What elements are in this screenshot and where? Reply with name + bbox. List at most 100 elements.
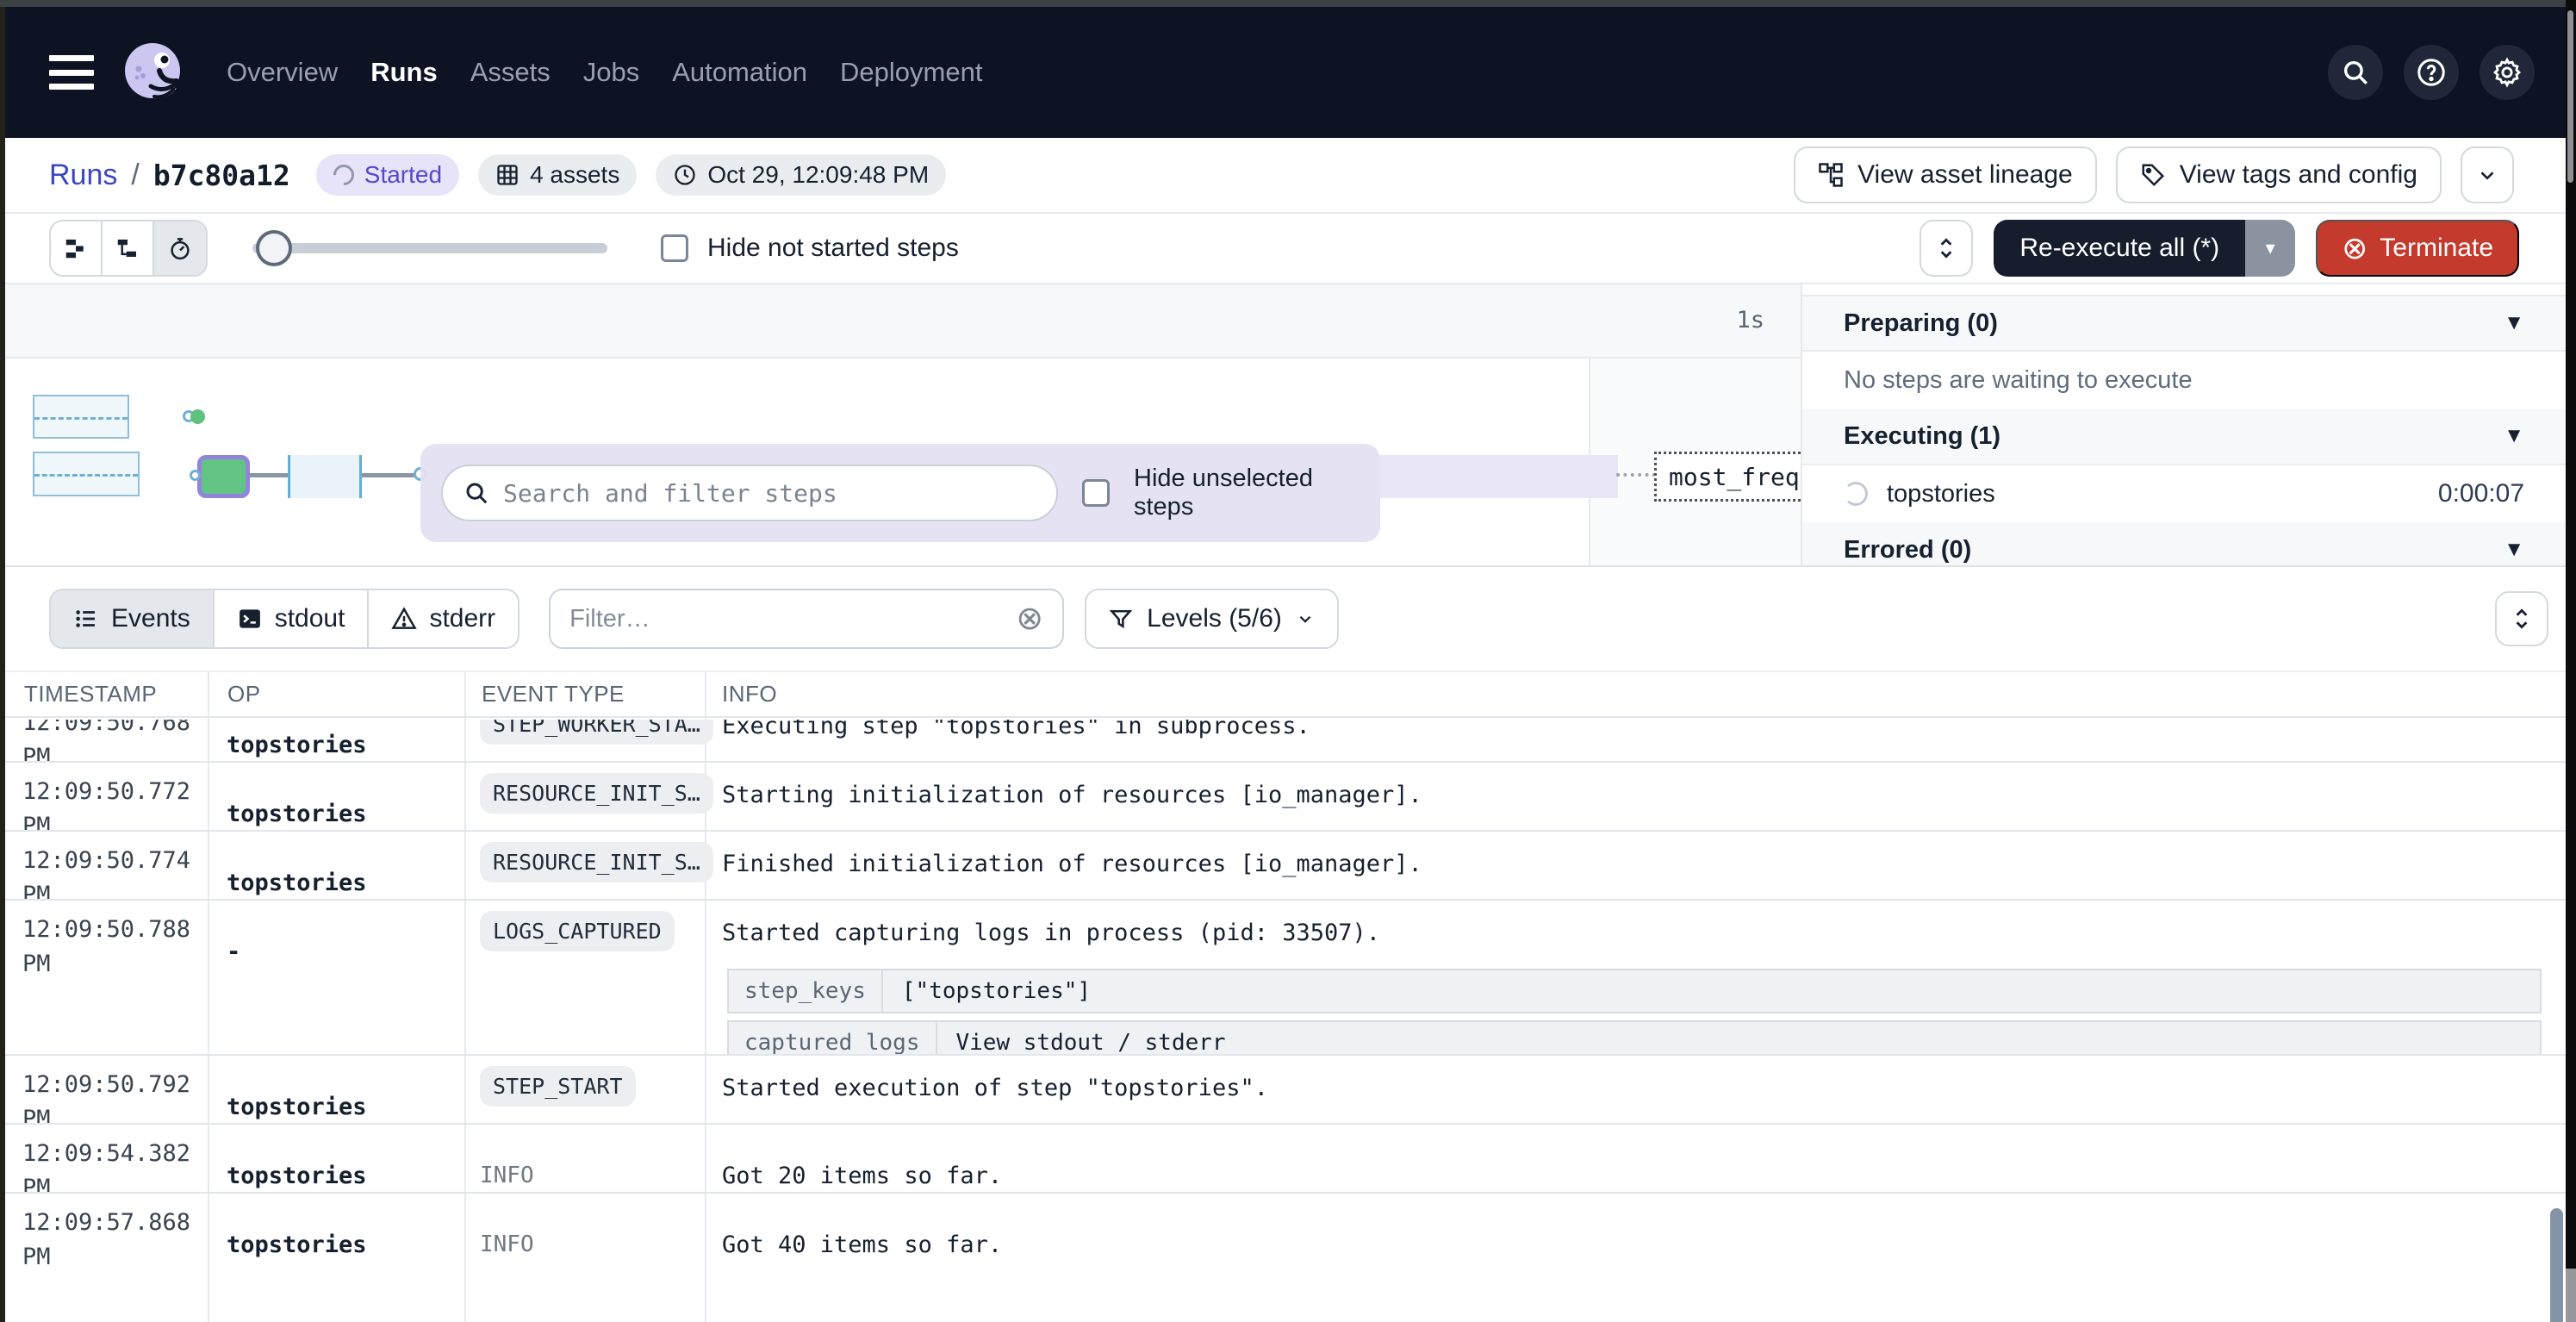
tab-stderr[interactable]: stderr xyxy=(369,590,518,647)
hide-not-started-checkbox[interactable] xyxy=(661,234,688,262)
hide-unselected-label[interactable]: Hide unselected steps xyxy=(1134,465,1360,521)
event-type-cell: INFO xyxy=(464,1125,705,1194)
jump-top-bottom-button[interactable] xyxy=(2495,591,2548,646)
nav-item-deployment[interactable]: Deployment xyxy=(840,57,982,88)
timed-view-button[interactable] xyxy=(154,221,206,275)
table-header-row: TIMESTAMP OP EVENT TYPE INFO xyxy=(0,672,2566,718)
log-row[interactable]: 12:09:57.868PMtopstoriesINFOGot 40 items… xyxy=(0,1194,2566,1322)
search-button[interactable] xyxy=(2328,45,2383,100)
page-scrollbar[interactable] xyxy=(2566,0,2576,1322)
nav-item-assets[interactable]: Assets xyxy=(470,57,551,88)
event-type-cell: STEP_START xyxy=(464,1056,705,1125)
log-row[interactable]: 12:09:50.788PM-LOGS_CAPTUREDStarted capt… xyxy=(0,901,2566,1056)
hamburger-menu-icon[interactable] xyxy=(49,55,94,90)
page-scrollbar-thumb[interactable] xyxy=(2567,10,2573,183)
expand-collapse-panels-button[interactable] xyxy=(1920,220,1973,277)
gantt-chart: 1s most_frequent Search and filter steps… xyxy=(0,284,2566,567)
gantt-zoom-slider[interactable] xyxy=(252,221,607,275)
dotted-connector-line xyxy=(1616,473,1656,477)
timestamp-cell: 12:09:50.792PM xyxy=(0,1056,208,1125)
clear-filter-icon[interactable]: ⊗ xyxy=(1016,602,1043,635)
section-header-preparing[interactable]: Preparing (0) ▼ xyxy=(1802,295,2566,352)
event-type-badge: RESOURCE_INIT_S… xyxy=(480,842,713,882)
info-cell: Started capturing logs in process (pid: … xyxy=(705,901,2566,1056)
nav-item-runs[interactable]: Runs xyxy=(370,57,438,88)
assets-badge[interactable]: 4 assets xyxy=(478,154,637,196)
log-row[interactable]: 12:09:50.772PMtopstoriesRESOURCE_INIT_S…… xyxy=(0,763,2566,832)
col-event-type: EVENT TYPE xyxy=(464,681,705,708)
metadata-row: step_keys["topstories"] xyxy=(727,969,2542,1013)
log-filter-input[interactable]: Filter… ⊗ xyxy=(549,589,1064,649)
hide-unselected-checkbox[interactable] xyxy=(1082,479,1110,507)
nav-item-overview[interactable]: Overview xyxy=(227,57,338,88)
terminal-icon xyxy=(237,606,263,632)
gantt-view-mode-toggle xyxy=(49,220,208,277)
running-step-bar-selected[interactable] xyxy=(197,455,250,498)
help-button[interactable] xyxy=(2404,45,2459,100)
slider-track xyxy=(252,243,607,253)
queued-step-box[interactable] xyxy=(288,455,362,498)
section-header-errored[interactable]: Errored (0) ▼ xyxy=(1802,522,2566,567)
event-type-cell: STEP_WORKER_STA… xyxy=(464,720,705,763)
start-time-label: Oct 29, 12:09:48 PM xyxy=(707,161,929,189)
status-badge[interactable]: Started xyxy=(316,154,459,196)
more-run-actions-button[interactable] xyxy=(2461,147,2514,203)
info-message: Started execution of step "topstories". xyxy=(722,1075,1268,1101)
waiting-step-box[interactable] xyxy=(33,452,140,496)
run-action-buttons: Re-execute all (*) ▾ ⊗ Terminate xyxy=(1920,220,2519,277)
errored-title: Errored (0) xyxy=(1844,536,1971,564)
info-cell: Finished initialization of resources [io… xyxy=(705,832,2566,901)
log-row[interactable]: 12:09:54.382PMtopstoriesINFOGot 20 items… xyxy=(0,1125,2566,1194)
breadcrumb-runs-link[interactable]: Runs xyxy=(49,159,117,192)
re-execute-all-button[interactable]: Re-execute all (*) xyxy=(1994,220,2245,277)
view-tags-config-label: View tags and config xyxy=(2180,160,2417,190)
levels-dropdown-button[interactable]: Levels (5/6) xyxy=(1085,589,1339,649)
op-cell: topstories xyxy=(208,832,464,901)
log-row[interactable]: 12:09:50.792PMtopstoriesSTEP_STARTStarte… xyxy=(0,1056,2566,1125)
step-label-box[interactable]: most_frequent xyxy=(1654,452,1806,502)
gear-icon xyxy=(2491,56,2523,89)
spinner-icon xyxy=(329,160,358,190)
tag-icon xyxy=(2140,162,2166,188)
slider-handle[interactable] xyxy=(256,230,292,266)
settings-button[interactable] xyxy=(2480,45,2535,100)
log-row[interactable]: 12:09:50.768PMtopstoriesSTEP_WORKER_STA…… xyxy=(0,720,2566,763)
table-scrollbar-thumb[interactable] xyxy=(2550,1208,2563,1322)
tab-events[interactable]: Events xyxy=(51,590,215,647)
metadata-key: step_keys xyxy=(729,970,883,1012)
log-toolbar: Events stdout stderr Filter… ⊗ xyxy=(0,567,2566,672)
waiting-step-box[interactable] xyxy=(33,395,129,439)
flat-view-button[interactable] xyxy=(51,221,103,275)
selected-row-highlight xyxy=(1344,455,1618,498)
step-search-input[interactable]: Search and filter steps xyxy=(441,465,1058,521)
col-info: INFO xyxy=(705,681,777,708)
view-tags-config-button[interactable]: View tags and config xyxy=(2116,147,2442,203)
warning-triangle-icon xyxy=(391,606,417,632)
info-cell: Executing step "topstories" in subproces… xyxy=(705,720,2566,763)
tab-events-label: Events xyxy=(111,604,190,633)
time-tick-label: 1s xyxy=(1678,307,1764,334)
search-icon xyxy=(2341,58,2370,87)
window-top-edge xyxy=(0,0,2576,7)
tab-stdout[interactable]: stdout xyxy=(215,590,370,647)
terminate-button[interactable]: ⊗ Terminate xyxy=(2316,220,2519,277)
waterfall-view-button[interactable] xyxy=(103,221,154,275)
metadata-value-link[interactable]: View stdout / stderr xyxy=(937,1022,1245,1056)
view-asset-lineage-button[interactable]: View asset lineage xyxy=(1794,147,2097,203)
event-type-cell: RESOURCE_INIT_S… xyxy=(464,832,705,901)
nav-item-jobs[interactable]: Jobs xyxy=(583,57,639,88)
nav-item-automation[interactable]: Automation xyxy=(672,57,807,88)
tab-stdout-label: stdout xyxy=(275,604,345,633)
view-asset-lineage-label: View asset lineage xyxy=(1857,160,2073,190)
re-execute-dropdown-button[interactable]: ▾ xyxy=(2245,220,2295,277)
event-type-badge: STEP_WORKER_STA… xyxy=(480,720,713,745)
event-type-badge: LOGS_CAPTURED xyxy=(480,911,675,951)
section-header-executing[interactable]: Executing (1) ▼ xyxy=(1802,408,2566,465)
running-step-dot[interactable] xyxy=(190,409,205,424)
hide-not-started-label[interactable]: Hide not started steps xyxy=(707,234,959,263)
executing-step-row[interactable]: topstories 0:00:07 xyxy=(1802,465,2566,522)
dagster-logo-icon[interactable] xyxy=(116,36,189,109)
info-cell: Got 20 items so far. xyxy=(705,1125,2566,1194)
col-op: OP xyxy=(208,681,464,708)
log-row[interactable]: 12:09:50.774PMtopstoriesRESOURCE_INIT_S…… xyxy=(0,832,2566,901)
